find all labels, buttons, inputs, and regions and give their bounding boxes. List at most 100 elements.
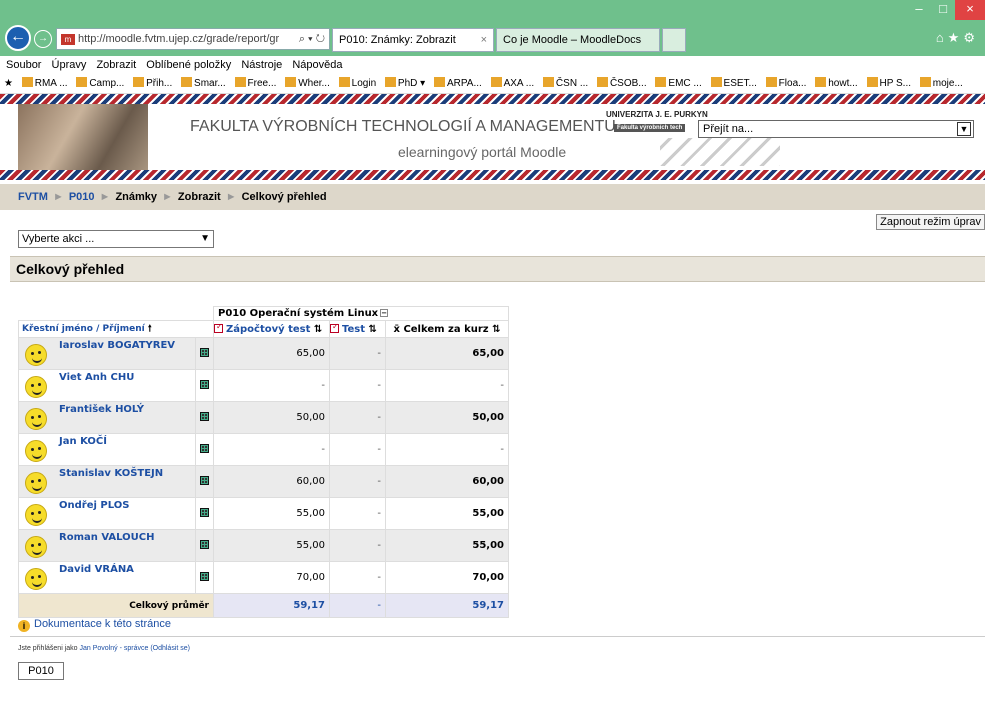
- sort-firstname-link[interactable]: Křestní jméno: [22, 324, 93, 334]
- edit-mode-button[interactable]: Zapnout režim úprav: [876, 214, 985, 230]
- logout-link[interactable]: (Odhlásit se): [150, 645, 190, 652]
- favorite-link[interactable]: Wher...: [285, 77, 330, 89]
- favorite-link[interactable]: howt...: [815, 77, 858, 89]
- back-arrow-icon[interactable]: ←: [5, 25, 31, 51]
- avatar[interactable]: [25, 504, 47, 526]
- total-cell: 60,00: [385, 465, 509, 498]
- home-star-gear-icon[interactable]: ⌂★⚙: [936, 30, 979, 46]
- maximize-icon[interactable]: □: [931, 0, 955, 20]
- favorite-link[interactable]: Přih...: [133, 77, 172, 89]
- menu-file[interactable]: Soubor: [6, 59, 41, 71]
- favorite-link[interactable]: ČSOB...: [596, 77, 647, 89]
- breadcrumb-course[interactable]: P010: [69, 191, 95, 203]
- menu-tools[interactable]: Nástroje: [241, 59, 282, 71]
- breadcrumb-separator-icon: ►: [52, 191, 64, 203]
- sort-icon[interactable]: ⇅: [314, 324, 322, 335]
- breadcrumb-grades[interactable]: Známky: [115, 191, 157, 203]
- avatar[interactable]: [25, 376, 47, 398]
- column-total[interactable]: x̄ Celkem za kurz ⇅: [385, 320, 509, 338]
- user-profile-link[interactable]: Jan Povolný - správce: [79, 645, 148, 652]
- user-report-icon[interactable]: [200, 571, 209, 581]
- column-zapoctovy-test[interactable]: Zápočtový test ⇅: [213, 320, 330, 338]
- menu-view[interactable]: Zobrazit: [96, 59, 136, 71]
- menu-help[interactable]: Nápověda: [292, 59, 342, 71]
- student-name-link[interactable]: Iaroslav BOGATYREV: [59, 338, 195, 351]
- user-report-icon[interactable]: [200, 443, 209, 453]
- course-button[interactable]: P010: [18, 662, 64, 680]
- favorite-link[interactable]: AXA ...: [490, 77, 534, 89]
- sort-lastname-link[interactable]: Příjmení: [103, 324, 145, 334]
- user-report-icon[interactable]: [200, 379, 209, 389]
- table-row: Viet Anh CHU - - -: [18, 369, 509, 402]
- favorite-link[interactable]: Floa...: [765, 77, 806, 89]
- favorite-link[interactable]: PhD ▾: [384, 77, 425, 89]
- breadcrumb: FVTM ► P010 ► Známky ► Zobrazit ► Celkový přehle…: [0, 184, 985, 210]
- user-report-icon[interactable]: [200, 475, 209, 485]
- favorite-link[interactable]: Login: [338, 77, 376, 89]
- breadcrumb-fvtm[interactable]: FVTM: [18, 191, 48, 203]
- close-icon[interactable]: ×: [955, 0, 985, 20]
- sort-icon[interactable]: ⇅: [369, 324, 377, 335]
- favorite-link[interactable]: ARPA...: [433, 77, 482, 89]
- report-cell: [195, 337, 214, 370]
- favorite-link[interactable]: EMC ...: [655, 77, 702, 89]
- user-report-icon[interactable]: [200, 411, 209, 421]
- favorite-link[interactable]: Camp...: [76, 77, 124, 89]
- favorites-star-icon[interactable]: ★: [4, 78, 13, 89]
- avatar[interactable]: [25, 568, 47, 590]
- user-report-icon[interactable]: [200, 507, 209, 517]
- chevron-down-icon[interactable]: ▼: [957, 122, 971, 136]
- report-cell: [195, 529, 214, 562]
- action-select[interactable]: Vyberte akci ... ▼: [18, 230, 214, 248]
- student-name-link[interactable]: David VRÁNA: [59, 562, 195, 575]
- favorite-link[interactable]: Free...: [234, 77, 276, 89]
- grade-cell: 55,00: [213, 497, 330, 530]
- header-stripe-bottom: [0, 170, 985, 180]
- table-row: David VRÁNA 70,00 - 70,00: [18, 561, 509, 594]
- user-report-icon[interactable]: [200, 539, 209, 549]
- jump-to-select[interactable]: Přejít na... ▼: [698, 120, 974, 138]
- minimize-icon[interactable]: –: [907, 0, 931, 20]
- grade-cell: 70,00: [213, 561, 330, 594]
- breadcrumb-separator-icon: ►: [225, 191, 237, 203]
- report-cell: [195, 465, 214, 498]
- student-name-link[interactable]: Stanislav KOŠTEJN: [59, 466, 195, 479]
- menu-edit[interactable]: Úpravy: [52, 59, 87, 71]
- student-name-link[interactable]: František HOLÝ: [59, 402, 195, 415]
- breadcrumb-current: Celkový přehled: [241, 191, 327, 203]
- avatar[interactable]: [25, 408, 47, 430]
- search-refresh-icon[interactable]: ⌕ ▾ ↻: [299, 29, 325, 49]
- tab-grades[interactable]: P010: Známky: Zobrazit ×: [332, 28, 494, 52]
- forward-arrow-icon[interactable]: →: [34, 30, 52, 48]
- sort-icon[interactable]: ⇅: [492, 324, 500, 335]
- column-test[interactable]: Test ⇅: [329, 320, 386, 338]
- avatar[interactable]: [25, 440, 47, 462]
- collapse-icon[interactable]: −: [380, 309, 389, 317]
- favorite-link[interactable]: ČSN ...: [542, 77, 588, 89]
- average-cell: -: [329, 593, 386, 618]
- breadcrumb-view[interactable]: Zobrazit: [178, 191, 221, 203]
- favorite-link[interactable]: moje...: [919, 77, 963, 89]
- user-report-icon[interactable]: [200, 347, 209, 357]
- table-row: Ondřej PLOS 55,00 - 55,00: [18, 497, 509, 530]
- address-bar[interactable]: m http://moodle.fvtm.ujep.cz/grade/report…: [56, 28, 330, 50]
- student-name-link[interactable]: Viet Anh CHU: [59, 370, 195, 383]
- avatar[interactable]: [25, 536, 47, 558]
- student-name-link[interactable]: Jan KOČÍ: [59, 434, 195, 447]
- favorite-link[interactable]: RMA ...: [21, 77, 68, 89]
- student-cell: Stanislav KOŠTEJN: [18, 465, 196, 498]
- menu-favorites[interactable]: Oblíbené položky: [146, 59, 231, 71]
- new-tab-button[interactable]: [662, 28, 686, 52]
- doc-link[interactable]: i Dokumentace k této stránce: [18, 618, 171, 632]
- favorite-link[interactable]: ESET...: [710, 77, 757, 89]
- favorite-link[interactable]: Smar...: [181, 77, 226, 89]
- student-name-link[interactable]: Ondřej PLOS: [59, 498, 195, 511]
- avatar[interactable]: [25, 344, 47, 366]
- favorite-link[interactable]: HP S...: [866, 77, 911, 89]
- tab-moodledocs[interactable]: Co je Moodle – MoodleDocs: [496, 28, 660, 52]
- avatar[interactable]: [25, 472, 47, 494]
- student-name-link[interactable]: Roman VALOUCH: [59, 530, 195, 543]
- tab-label: Co je Moodle – MoodleDocs: [503, 34, 642, 46]
- doc-link-label: Dokumentace k této stránce: [34, 618, 171, 630]
- close-tab-icon[interactable]: ×: [481, 29, 487, 51]
